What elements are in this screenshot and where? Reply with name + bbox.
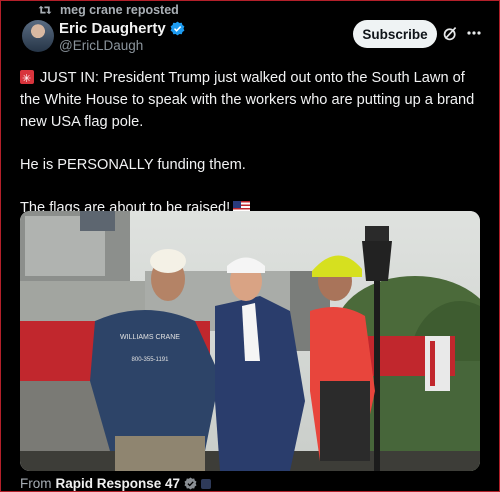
post-line-2: He is PERSONALLY funding them. [20, 157, 246, 173]
repost-label: meg crane reposted [60, 3, 179, 17]
post-video[interactable]: WILLIAMS CRANE 800-355-1191 [20, 211, 480, 471]
verified-badge-icon [170, 21, 185, 36]
video-frame-illustration: WILLIAMS CRANE 800-355-1191 [20, 211, 480, 471]
post-paragraph-1: JUST IN: President Trump just walked out… [20, 67, 485, 133]
verified-gold-badge-icon [184, 477, 197, 490]
shirt-phone-text: 800-355-1191 [132, 357, 170, 363]
author-name[interactable]: Eric Daugherty [59, 20, 166, 37]
source-name[interactable]: Rapid Response 47 [56, 476, 181, 491]
shirt-brand-text: WILLIAMS CRANE [120, 334, 180, 341]
avatar[interactable] [22, 20, 54, 52]
siren-emoji-icon [20, 68, 34, 90]
author-handle[interactable]: @EricLDaugh [59, 38, 143, 53]
affiliate-badge-icon [201, 478, 212, 489]
from-prefix: From [20, 476, 52, 491]
repost-icon [38, 5, 52, 15]
post-paragraph-2: He is PERSONALLY funding them. [20, 154, 485, 176]
grok-icon[interactable] [442, 25, 459, 42]
subscribe-button[interactable]: Subscribe [353, 20, 437, 48]
more-options-icon[interactable] [467, 31, 481, 35]
post-line-1: JUST IN: President Trump just walked out… [20, 70, 475, 130]
repost-header[interactable]: meg crane reposted [38, 3, 179, 17]
video-source[interactable]: From Rapid Response 47 [20, 476, 212, 491]
author-name-row[interactable]: Eric Daugherty [59, 20, 185, 37]
